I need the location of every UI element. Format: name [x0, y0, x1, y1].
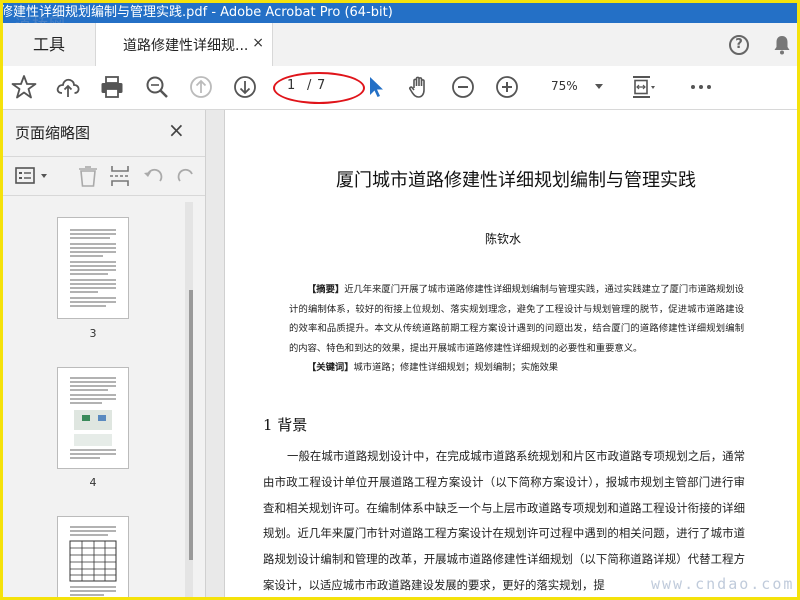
rotate-left-icon[interactable]: [143, 165, 165, 187]
zoom-in-icon[interactable]: [494, 74, 520, 100]
zoom-level-value[interactable]: 75%: [551, 79, 578, 93]
tab-bar: 工具 道路修建性详细规... × ?: [3, 23, 797, 67]
document-view[interactable]: 厦门城市道路修建性详细规划编制与管理实践 陈钦水 【摘要】近几年来厦门开展了城市…: [206, 110, 797, 597]
main-toolbar: 1 / 7 75%: [3, 66, 797, 110]
tab-document[interactable]: 道路修建性详细规... ×: [95, 23, 273, 67]
section-heading: 1 背景: [263, 416, 308, 434]
next-page-icon[interactable]: [232, 74, 258, 100]
select-cursor-icon[interactable]: [363, 74, 389, 100]
extract-page-icon[interactable]: [109, 165, 131, 187]
help-icon[interactable]: ?: [729, 35, 749, 55]
tab-document-label: 道路修建性详细规...: [123, 38, 249, 54]
watermark-url: www.cndao.com: [651, 575, 795, 593]
keywords-text: 城市道路；修建性详细规划；规划编制；实施效果: [353, 362, 559, 374]
panel-scrollbar-thumb[interactable]: [189, 290, 193, 560]
document-title: 厦门城市道路修建性详细规划编制与管理实践: [336, 170, 696, 191]
chevron-down-icon[interactable]: [595, 84, 603, 89]
thumbnail-page-image: [70, 377, 116, 459]
thumbnail-page-image: [69, 526, 117, 596]
hand-tool-icon[interactable]: [406, 74, 432, 100]
close-tab-icon[interactable]: ×: [252, 35, 264, 51]
bell-icon[interactable]: [773, 35, 791, 55]
page-thumbnail[interactable]: [57, 217, 129, 319]
abstract-label: 【摘要】: [307, 284, 345, 295]
keywords-label: 【关键词】: [307, 362, 354, 374]
tab-tools[interactable]: 工具: [3, 23, 95, 66]
rotate-right-icon[interactable]: [175, 165, 197, 187]
pdf-page: 厦门城市道路修建性详细规划编制与管理实践 陈钦水 【摘要】近几年来厦门开展了城市…: [224, 110, 797, 597]
page-thumbnail[interactable]: [57, 516, 129, 597]
thumbnails-panel: 页面缩略图 × 3 4: [3, 110, 206, 597]
abstract-text: 近几年来厦门开展了城市道路修建性详细规划编制与管理实践，通过实践建立了厦门市道路…: [289, 284, 744, 354]
panel-title: 页面缩略图: [15, 124, 91, 142]
close-panel-icon[interactable]: ×: [168, 118, 185, 142]
thumbnail-page-number: 3: [89, 327, 97, 340]
zoom-out-icon[interactable]: [450, 74, 476, 100]
fit-page-icon[interactable]: [630, 74, 656, 100]
print-icon[interactable]: [99, 74, 125, 100]
star-icon[interactable]: [11, 74, 37, 100]
zoom-search-icon[interactable]: [144, 74, 170, 100]
thumbnail-page-image: [70, 229, 116, 307]
thumbnail-options-icon[interactable]: [15, 165, 51, 187]
upload-cloud-icon[interactable]: [55, 74, 81, 100]
previous-page-icon[interactable]: [188, 74, 214, 100]
app-window: 修建性详细规划编制与管理实践.pdf - Adobe Acrobat Pro (…: [0, 0, 800, 600]
window-titlebar: 修建性详细规划编制与管理实践.pdf - Adobe Acrobat Pro (…: [3, 3, 797, 23]
thumbnail-page-number: 4: [89, 476, 97, 489]
document-abstract: 【摘要】近几年来厦门开展了城市道路修建性详细规划编制与管理实践，通过实践建立了厦…: [289, 280, 744, 378]
page-thumbnail[interactable]: [57, 367, 129, 469]
red-annotation-ring: [273, 72, 365, 104]
panel-toolbar: [3, 156, 205, 196]
document-author: 陈钦水: [484, 232, 521, 246]
more-options-icon[interactable]: [688, 74, 714, 100]
delete-page-icon[interactable]: [77, 165, 99, 187]
